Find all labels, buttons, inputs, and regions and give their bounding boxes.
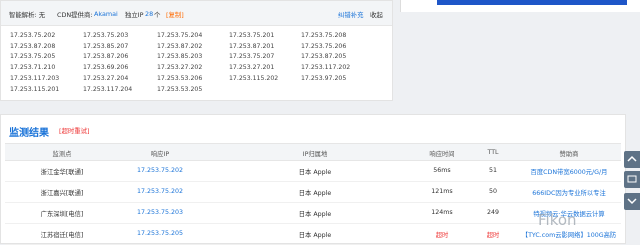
ip-address: 17.253.71.210 [10, 64, 56, 72]
ip-address: 17.253.75.204 [157, 32, 203, 39]
report-error-link[interactable]: 纠错补充 [338, 10, 364, 19]
ip-address: 17.253.27.201 [229, 64, 275, 72]
table-row: 江苏宿迁[电信] 17.253.75.205 日本 Apple 超时 超时 【TYC.co… [5, 223, 621, 245]
ip-address: 17.253.87.206 [83, 53, 129, 61]
result-location: 日本 Apple [298, 211, 332, 218]
ip-address: 17.253.75.203 [83, 32, 129, 39]
chevron-down-icon [627, 198, 637, 205]
result-ip[interactable]: 17.253.75.202 [137, 188, 183, 195]
ip-count-unit: 个 [154, 11, 161, 19]
result-location: 日本 Apple [298, 190, 332, 197]
result-location: 日本 Apple [298, 232, 332, 239]
ip-address: 17.253.117.202 [301, 64, 351, 72]
ip-address: 17.253.97.205 [301, 74, 347, 82]
ip-count-value: 28 [145, 10, 154, 18]
result-time: 124ms [431, 209, 453, 216]
result-node: 浙江嘉兴[联通] [40, 190, 84, 197]
results-title: 监测结果 [9, 128, 49, 139]
ip-address: 17.253.75.201 [229, 32, 275, 39]
result-time: 超时 [435, 232, 449, 239]
ip-address: 17.253.87.202 [157, 42, 203, 50]
retest-button[interactable]: [超时重试] [59, 126, 90, 135]
banner-image [437, 0, 627, 5]
feedback-button[interactable] [624, 171, 640, 188]
result-ttl: 51 [488, 167, 498, 174]
ip-address: 17.253.75.207 [229, 53, 275, 61]
results-panel: 监测结果 [超时重试] 监测点 响应IP IP归属地 响应时间 TTL 赞助商 … [0, 114, 626, 245]
result-node: 广东深圳[电信] [40, 211, 84, 218]
table-row: 广东深圳[电信] 17.253.75.203 日本 Apple 124ms 249 特视频… [5, 202, 621, 224]
dns-info-bar: 智能解析: 无 CDN提供商: Akamai 独立IP 28 个 [复制] 纠错… [1, 1, 392, 26]
ip-address: 17.253.75.205 [10, 53, 56, 61]
table-row: 浙江金华[联通] 17.253.75.202 日本 Apple 56ms 51 百度CDN… [5, 160, 621, 182]
cdn-provider-value[interactable]: Akamai [94, 10, 118, 18]
copy-button[interactable]: [复制] [166, 10, 184, 19]
header-ip: 响应IP [150, 151, 170, 158]
result-ttl: 249 [486, 209, 500, 216]
ip-address: 17.253.75.208 [301, 32, 347, 39]
collapse-up-button[interactable] [624, 151, 640, 168]
ip-address: 17.253.115.201 [10, 85, 60, 93]
result-ttl: 50 [488, 188, 498, 195]
ip-address: 17.253.85.207 [83, 42, 129, 50]
header-time: 响应时间 [429, 151, 455, 158]
result-ip[interactable]: 17.253.75.203 [137, 209, 183, 216]
result-time: 56ms [433, 167, 451, 174]
chevron-up-icon [627, 155, 637, 162]
result-sponsor[interactable]: 百度CDN带宽6000元/G/月 [531, 167, 608, 176]
ip-address: 17.253.53.206 [157, 74, 203, 82]
ip-address: 17.253.87.208 [10, 42, 56, 50]
ip-address: 17.253.53.205 [157, 85, 203, 93]
result-ip[interactable]: 17.253.75.205 [137, 230, 183, 237]
ip-address: 17.253.87.201 [229, 42, 275, 50]
top-banner[interactable] [400, 0, 640, 12]
result-time: 121ms [431, 188, 453, 195]
result-sponsor[interactable]: 666IDC因为专业所以专注 [532, 188, 606, 197]
ip-address: 17.253.75.202 [10, 32, 56, 39]
results-table-header: 监测点 响应IP IP归属地 响应时间 TTL 赞助商 [5, 143, 621, 161]
ip-list-panel: 智能解析: 无 CDN提供商: Akamai 独立IP 28 个 [复制] 纠错… [0, 0, 393, 101]
ip-address: 17.253.27.204 [83, 74, 129, 82]
result-sponsor[interactable]: 【TYC.com云影网络】100G高防 [522, 230, 616, 239]
collapse-button[interactable]: 收起 [370, 10, 383, 19]
header-ttl: TTL [487, 149, 499, 156]
watermark-text: Fikon [538, 211, 577, 229]
ip-address: 17.253.117.203 [10, 74, 60, 82]
result-node: 江苏宿迁[电信] [40, 232, 84, 239]
ip-address: 17.253.85.203 [157, 53, 203, 61]
table-row: 浙江嘉兴[联通] 17.253.75.202 日本 Apple 121ms 50 666I… [5, 181, 621, 203]
ip-address: 17.253.117.204 [83, 85, 133, 93]
header-sponsor: 赞助商 [559, 151, 579, 158]
ip-address: 17.253.75.206 [301, 42, 347, 50]
smart-dns-label: 智能解析: 无 [9, 11, 46, 19]
scroll-down-button[interactable] [624, 193, 640, 210]
message-icon [627, 175, 637, 183]
cdn-provider-label: CDN提供商: [57, 11, 93, 19]
result-location: 日本 Apple [298, 169, 332, 176]
header-node: 监测点 [52, 151, 72, 158]
header-location: IP归属地 [302, 151, 328, 158]
ip-address: 17.253.27.202 [157, 64, 203, 72]
ip-count-label: 独立IP [125, 11, 144, 19]
ip-address: 17.253.87.205 [301, 53, 347, 61]
result-node: 浙江金华[联通] [40, 169, 84, 176]
result-ip[interactable]: 17.253.75.202 [137, 167, 183, 174]
ip-address: 17.253.69.206 [83, 64, 129, 72]
ip-address: 17.253.115.202 [229, 74, 279, 82]
result-ttl: 超时 [486, 232, 500, 239]
